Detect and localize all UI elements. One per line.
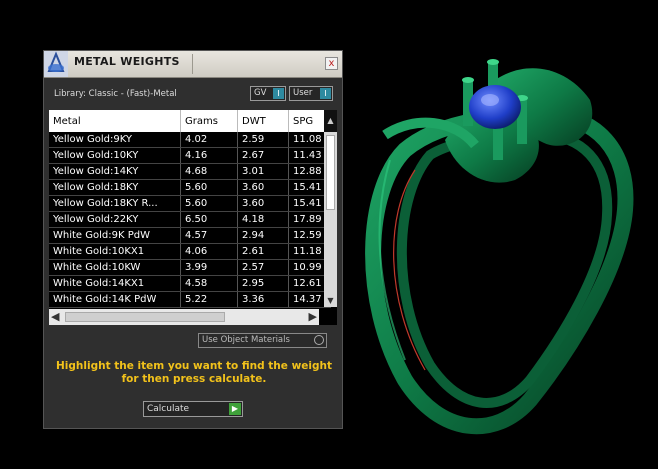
cell-dwt: 3.60 [237,179,289,196]
cell-metal: Yellow Gold:9KY [49,132,181,148]
ring-3d-viewport[interactable] [345,40,658,460]
cell-grams: 3.99 [180,259,238,276]
cell-metal: White Gold:9K PdW [49,227,181,244]
cell-dwt: 4.18 [237,211,289,228]
cell-dwt: 2.67 [237,147,289,164]
table-row[interactable]: White Gold:14K PdW 5.22 3.36 14.37 [49,291,331,308]
cell-metal: Yellow Gold:10KY [49,147,181,164]
vertical-scrollbar[interactable]: ▲ ▼ [324,110,337,307]
use-object-materials-label: Use Object Materials [202,335,290,345]
header-grams[interactable]: Grams [180,110,238,132]
gv-indicator: I [273,88,284,99]
cell-grams: 5.22 [180,291,238,308]
cell-dwt: 2.95 [237,275,289,292]
instruction-text: Highlight the item you want to find the … [56,360,332,385]
cell-grams: 5.60 [180,179,238,196]
cell-grams: 4.02 [180,132,238,148]
app-logo-icon [44,51,68,77]
cell-dwt: 3.01 [237,163,289,180]
cell-metal: White Gold:14K PdW [49,291,181,308]
table-row[interactable]: Yellow Gold:18KY 5.60 3.60 15.41 [49,179,331,196]
cell-dwt: 3.60 [237,195,289,212]
library-label: Library: Classic - (Fast)-Metal [54,89,177,99]
header-dwt[interactable]: DWT [237,110,289,132]
gv-toggle[interactable]: GV I [250,86,286,101]
cell-metal: White Gold:10KX1 [49,243,181,260]
calculate-label: Calculate [147,404,190,414]
user-toggle[interactable]: User I [289,86,333,101]
cell-dwt: 3.36 [237,291,289,308]
user-indicator: I [320,88,331,99]
table-row[interactable]: Yellow Gold:10KY 4.16 2.67 11.43 [49,147,331,164]
scroll-down-icon[interactable]: ▼ [324,295,337,307]
cell-dwt: 2.57 [237,259,289,276]
table-header-row: Metal Grams DWT SPG [49,110,331,132]
vertical-scroll-thumb[interactable] [326,135,335,210]
cell-metal: Yellow Gold:14KY [49,163,181,180]
metal-weights-panel: METAL WEIGHTS x Library: Classic - (Fast… [43,50,343,429]
use-object-materials-toggle[interactable]: Use Object Materials [198,333,327,348]
metal-table-grid: Metal Grams DWT SPG Yellow Gold:9KY 4.02 2… [49,110,331,308]
cell-grams: 4.68 [180,163,238,180]
cell-metal: Yellow Gold:18KY R... [49,195,181,212]
gv-label: GV [254,88,267,98]
table-row[interactable]: Yellow Gold:14KY 4.68 3.01 12.88 [49,163,331,180]
horizontal-scrollbar[interactable]: ◀ ▶ [49,309,319,325]
header-metal[interactable]: Metal [49,110,181,132]
cell-dwt: 2.59 [237,132,289,148]
table-row[interactable]: White Gold:9K PdW 4.57 2.94 12.59 [49,227,331,244]
cell-grams: 4.57 [180,227,238,244]
calculate-button[interactable]: Calculate ▶ [143,401,243,417]
cell-metal: White Gold:10KW [49,259,181,276]
gemstone [469,85,521,129]
cell-grams: 5.60 [180,195,238,212]
cell-grams: 4.16 [180,147,238,164]
cell-metal: White Gold:14KX1 [49,275,181,292]
table-row[interactable]: Yellow Gold:22KY 6.50 4.18 17.89 [49,211,331,228]
title-divider [192,54,193,74]
cell-grams: 4.06 [180,243,238,260]
table-row[interactable]: White Gold:10KX1 4.06 2.61 11.18 [49,243,331,260]
table-row[interactable]: Yellow Gold:18KY R... 5.60 3.60 15.41 [49,195,331,212]
play-icon: ▶ [229,403,241,415]
metal-table: Metal Grams DWT SPG Yellow Gold:9KY 4.02 2… [49,110,337,325]
horizontal-scroll-thumb[interactable] [65,312,225,322]
close-button[interactable]: x [325,57,338,70]
cell-grams: 4.58 [180,275,238,292]
radio-indicator-icon [314,335,324,345]
window-title: METAL WEIGHTS [74,55,180,68]
close-icon: x [328,58,335,69]
table-row[interactable]: Yellow Gold:9KY 4.02 2.59 11.08 [49,132,331,148]
table-row[interactable]: White Gold:14KX1 4.58 2.95 12.61 [49,275,331,292]
cell-metal: Yellow Gold:22KY [49,211,181,228]
scroll-up-icon[interactable]: ▲ [324,110,337,132]
scroll-right-icon[interactable]: ▶ [309,309,317,325]
cell-dwt: 2.94 [237,227,289,244]
user-label: User [293,88,313,98]
scroll-left-icon[interactable]: ◀ [51,309,59,325]
cell-dwt: 2.61 [237,243,289,260]
table-row[interactable]: White Gold:10KW 3.99 2.57 10.99 [49,259,331,276]
cell-grams: 6.50 [180,211,238,228]
cell-metal: Yellow Gold:18KY [49,179,181,196]
title-bar[interactable]: METAL WEIGHTS x [44,51,342,78]
